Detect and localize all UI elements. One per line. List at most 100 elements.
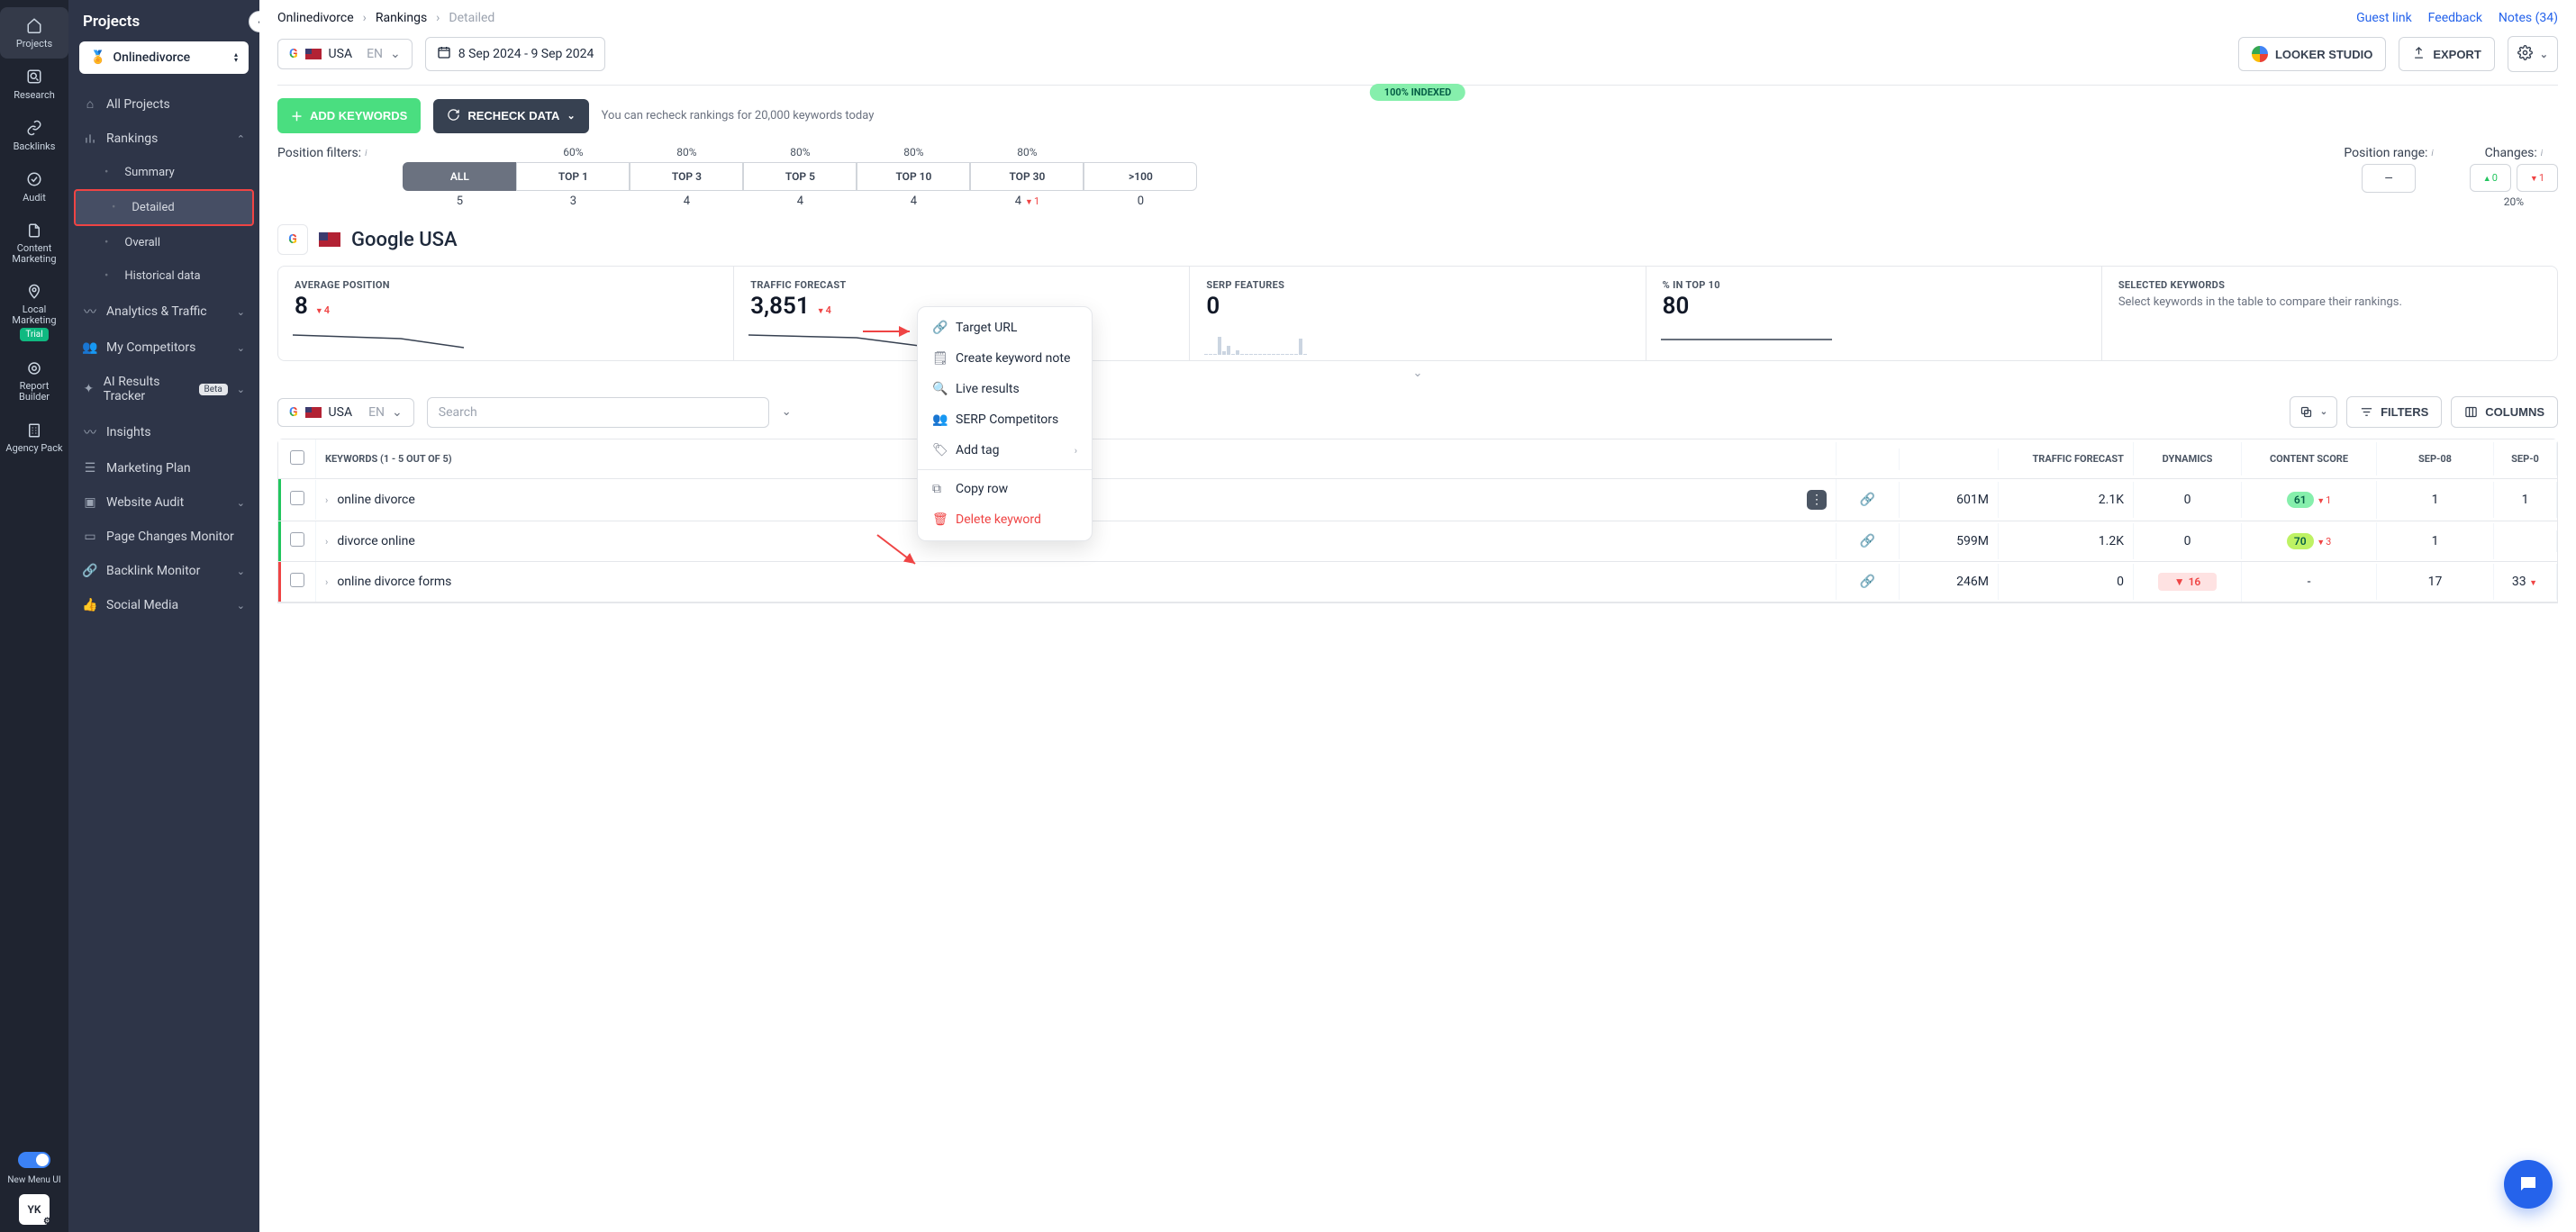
add-keywords-button[interactable]: ＋ ADD KEYWORDS — [277, 98, 421, 133]
iconbar-research[interactable]: Research — [0, 59, 68, 110]
menu-add-tag[interactable]: 🏷Add tag› — [918, 435, 1092, 466]
position-range-input[interactable]: — — [2362, 164, 2415, 193]
gear-icon: ⚙ — [43, 1217, 51, 1227]
expand-row-icon[interactable]: › — [325, 576, 328, 588]
link-icon[interactable]: 🔗 — [1860, 493, 1875, 507]
region-picker[interactable]: G USA EN ⌄ — [277, 39, 413, 69]
menu-copy-row[interactable]: ⧉Copy row — [918, 474, 1092, 504]
iconbar-agency[interactable]: Agency Pack — [0, 412, 68, 463]
iconbar-report[interactable]: Report Builder — [0, 350, 68, 412]
sidebar-item-rankings[interactable]: Rankings ⌃ — [68, 122, 259, 156]
menu-delete-keyword[interactable]: 🗑Delete keyword — [918, 504, 1092, 535]
expand-row-icon[interactable]: › — [325, 494, 328, 506]
changes-pct: 20% — [2504, 195, 2524, 208]
col-sep09[interactable]: SEP-0 — [2494, 442, 2557, 476]
col-dynamics[interactable]: DYNAMICS — [2134, 442, 2242, 476]
annotation-arrow — [877, 535, 922, 575]
filter-gt100[interactable]: >100 — [1084, 162, 1197, 191]
table-row[interactable]: ›divorce online 🔗 599M 1.2K 0 70 3 1 — [278, 521, 2557, 562]
col-content[interactable]: CONTENT SCORE — [2242, 442, 2377, 476]
row-checkbox[interactable] — [290, 532, 304, 547]
filter-all[interactable]: ALL — [403, 162, 516, 191]
iconbar-audit[interactable]: Audit — [0, 161, 68, 213]
search-input[interactable]: Search — [427, 397, 769, 428]
sidebar-item-social[interactable]: 👍Social Media⌄ — [68, 588, 259, 622]
project-sidebar: ‹ Projects 🏅 Onlinedivorce ▴▾ ⌂ All Proj… — [68, 0, 259, 1232]
filter-top1[interactable]: TOP 1 — [516, 162, 630, 191]
beta-badge: Beta — [199, 384, 228, 395]
crumb-0[interactable]: Onlinedivorce — [277, 11, 354, 25]
sidebar-item-detailed[interactable]: •Detailed — [74, 189, 254, 226]
flag-us-icon — [319, 232, 340, 247]
looker-studio-button[interactable]: LOOKER STUDIO — [2238, 37, 2386, 71]
copy-button[interactable]: ⌄ — [2290, 396, 2337, 428]
expand-row-icon[interactable]: › — [325, 536, 328, 548]
chevron-down-icon: ⌄ — [237, 600, 245, 611]
project-selector[interactable]: 🏅 Onlinedivorce ▴▾ — [79, 41, 249, 74]
iconbar-label: Backlinks — [14, 140, 56, 152]
notes-link[interactable]: Notes (34) — [2499, 11, 2558, 25]
menu-create-note[interactable]: 🗒Create keyword note — [918, 343, 1092, 374]
feedback-link[interactable]: Feedback — [2428, 11, 2482, 25]
sidebar-item-all-projects[interactable]: ⌂ All Projects — [68, 86, 259, 122]
project-name: Onlinedivorce — [113, 50, 190, 65]
expand-toggle[interactable]: ⌄ — [259, 361, 2576, 393]
menu-serp-competitors[interactable]: 👥SERP Competitors — [918, 404, 1092, 435]
google-icon: G — [289, 47, 298, 61]
guest-link[interactable]: Guest link — [2356, 11, 2412, 25]
filter-top30[interactable]: TOP 30 — [970, 162, 1084, 191]
sidebar-item-marketing-plan[interactable]: ☰Marketing Plan — [68, 451, 259, 485]
sidebar-item-website-audit[interactable]: ▣Website Audit⌄ — [68, 485, 259, 520]
menu-ui-toggle[interactable] — [18, 1152, 50, 1168]
filter-top3[interactable]: TOP 3 — [630, 162, 743, 191]
sidebar-item-backlink-monitor[interactable]: 🔗Backlink Monitor⌄ — [68, 554, 259, 588]
date-range-picker[interactable]: 8 Sep 2024 - 9 Sep 2024 — [425, 37, 606, 71]
export-button[interactable]: EXPORT — [2399, 37, 2494, 71]
menu-live-results[interactable]: 🔍Live results — [918, 374, 1092, 404]
sidebar-item-ai-tracker[interactable]: ✦AI Results TrackerBeta⌄ — [68, 365, 259, 413]
recheck-data-button[interactable]: RECHECK DATA ⌄ — [433, 99, 588, 133]
filter-top10[interactable]: TOP 10 — [857, 162, 970, 191]
sidebar-item-summary[interactable]: •Summary — [68, 156, 259, 189]
chat-fab[interactable] — [2504, 1160, 2553, 1209]
avatar[interactable]: YK ⚙ — [19, 1194, 50, 1225]
link-icon: 🔗 — [932, 321, 947, 335]
columns-button[interactable]: COLUMNS — [2451, 396, 2558, 428]
link-icon[interactable]: 🔗 — [1860, 534, 1875, 548]
table-region-picker[interactable]: G USA EN ⌄ — [277, 398, 414, 427]
col-traffic[interactable]: TRAFFIC FORECAST — [1999, 442, 2134, 476]
bars-icon — [83, 132, 97, 145]
menu-target-url[interactable]: 🔗Target URL — [918, 313, 1092, 343]
row-menu-button[interactable]: ⋮ — [1807, 490, 1827, 510]
table-row[interactable]: ›online divorce forms 🔗 246M 0 ▼ 16 - 17… — [278, 562, 2557, 602]
settings-button[interactable]: ⌄ — [2508, 36, 2558, 72]
iconbar-backlinks[interactable]: Backlinks — [0, 110, 68, 161]
row-checkbox[interactable] — [290, 573, 304, 587]
main: Onlinedivorce› Rankings› Detailed Guest … — [259, 0, 2576, 1232]
table-row[interactable]: ›online divorce⋮ 🔗 601M 2.1K 0 61 1 1 1 — [278, 479, 2557, 521]
row-checkbox[interactable] — [290, 491, 304, 505]
chevron-down-icon[interactable]: ⌄ — [782, 405, 792, 419]
sidebar-item-competitors[interactable]: 👥My Competitors⌄ — [68, 331, 259, 365]
iconbar-content[interactable]: Content Marketing — [0, 213, 68, 274]
google-icon: G — [289, 405, 298, 420]
filter-top5[interactable]: TOP 5 — [743, 162, 857, 191]
iconbar-projects[interactable]: Projects — [0, 7, 68, 59]
audit-icon: ▣ — [83, 495, 97, 510]
changes-up[interactable]: 0 — [2470, 164, 2511, 192]
sidebar-item-insights[interactable]: 〰Insights — [68, 413, 259, 451]
filters-button[interactable]: FILTERS — [2346, 396, 2442, 428]
link-icon[interactable]: 🔗 — [1860, 575, 1875, 589]
select-all-checkbox[interactable] — [290, 450, 304, 465]
changes-down[interactable]: 1 — [2517, 164, 2558, 192]
context-menu: 🔗Target URL 🗒Create keyword note 🔍Live r… — [917, 306, 1093, 541]
sidebar-item-analytics[interactable]: 〰Analytics & Traffic⌄ — [68, 293, 259, 331]
card-top10: % IN TOP 10 80 — [1646, 266, 2102, 361]
iconbar-local[interactable]: Local Marketing Trial — [0, 274, 68, 350]
medal-icon: 🏅 — [90, 50, 105, 65]
col-sep08[interactable]: SEP-08 — [2377, 442, 2494, 476]
sidebar-item-historical[interactable]: •Historical data — [68, 259, 259, 293]
crumb-1[interactable]: Rankings — [376, 11, 427, 25]
sidebar-item-overall[interactable]: •Overall — [68, 226, 259, 259]
sidebar-item-page-monitor[interactable]: ▭Page Changes Monitor — [68, 520, 259, 554]
